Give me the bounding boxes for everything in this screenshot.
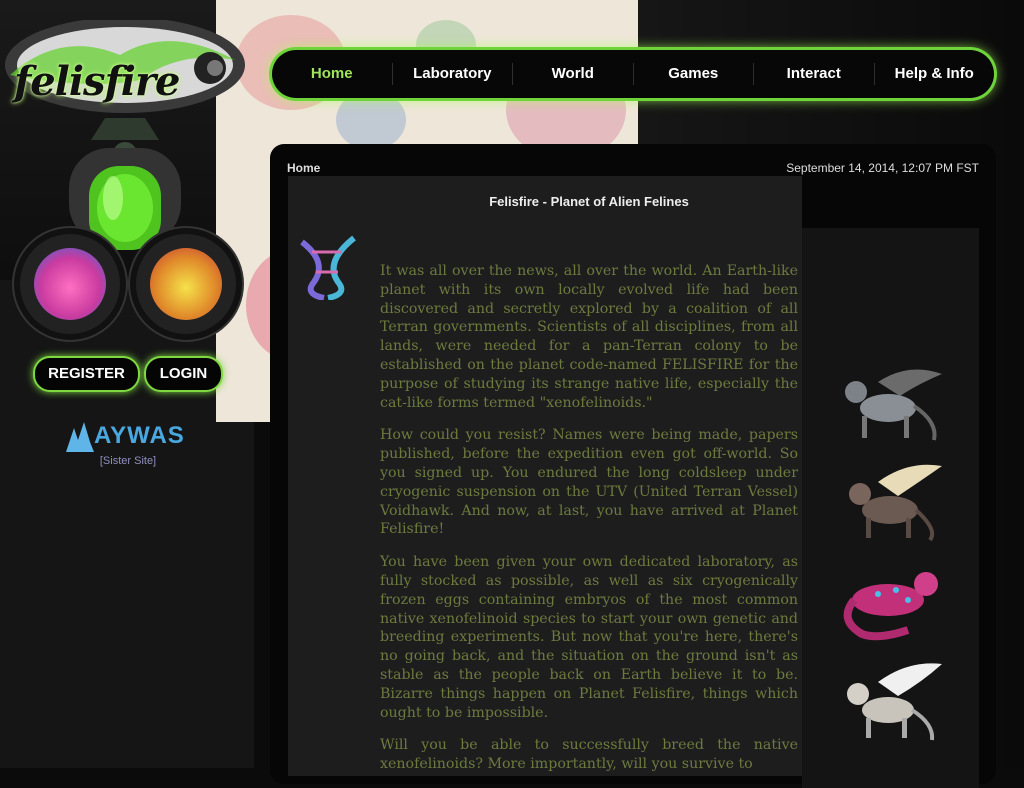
- nav-home[interactable]: Home: [272, 63, 392, 85]
- breadcrumb[interactable]: Home: [287, 161, 320, 175]
- nav-world[interactable]: World: [512, 63, 633, 85]
- dna-icon: [300, 235, 356, 300]
- story-paragraph: How could you resist? Names were being m…: [380, 427, 798, 538]
- intro-story: It was all over the news, all over the w…: [380, 262, 798, 788]
- nav-laboratory[interactable]: Laboratory: [391, 63, 513, 85]
- gray-winged-feline-icon: [845, 369, 942, 441]
- nav-interact[interactable]: Interact: [753, 63, 874, 85]
- nav-games[interactable]: Games: [632, 63, 754, 85]
- yellow-feline-orb[interactable]: [136, 234, 236, 334]
- felisfire-logo[interactable]: felisfire: [0, 20, 250, 120]
- register-button[interactable]: REGISTER: [33, 356, 140, 392]
- main-nav: Home Laboratory World Games Interact Hel…: [272, 50, 994, 98]
- spotted-winged-feline-icon: [849, 464, 942, 542]
- aywas-logo-text: AYWAS: [94, 422, 185, 449]
- story-paragraph: You have been given your own dedicated l…: [380, 554, 798, 721]
- page-title: Felisfire - Planet of Alien Felines: [489, 194, 689, 209]
- story-paragraph: Will you be able to successfully breed t…: [380, 737, 798, 773]
- pink-feline-orb[interactable]: [20, 234, 120, 334]
- pink-feline-icon: [34, 248, 106, 320]
- aywas-logo[interactable]: AYWAS: [64, 420, 192, 454]
- nav-help-info[interactable]: Help & Info: [873, 63, 995, 85]
- magenta-lizard-feline-icon: [843, 572, 938, 641]
- white-winged-feline-icon: [847, 663, 942, 741]
- login-button[interactable]: LOGIN: [144, 356, 223, 392]
- story-paragraph: It was all over the news, all over the w…: [380, 263, 798, 411]
- logo-text: felisfire: [14, 58, 180, 105]
- yellow-feline-icon: [150, 248, 222, 320]
- sister-site-link[interactable]: [Sister Site]: [64, 455, 192, 467]
- server-datetime: September 14, 2014, 12:07 PM FST: [786, 161, 979, 175]
